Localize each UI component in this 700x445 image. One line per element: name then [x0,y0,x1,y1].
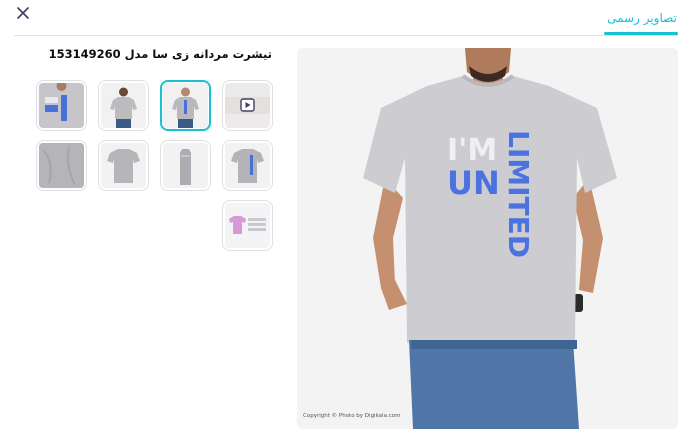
thumbnail-tshirt-folded[interactable] [160,140,211,191]
thumbnail-tshirt-flat[interactable] [98,140,149,191]
print-text-limited: LIMITED [502,130,535,258]
color-swatch-image [229,216,266,234]
close-icon [17,7,29,19]
thumbnail-model-front-print[interactable] [36,80,87,131]
thumbnail-fabric-detail[interactable] [36,140,87,191]
model-print-closeup-image [39,83,84,128]
thumbnail-video[interactable] [222,80,273,131]
thumbnail-color-swatch[interactable] [222,200,273,251]
product-title: تیشرت مردانه زی سا مدل 153149260 [48,47,272,61]
fabric-detail-image [39,143,84,188]
model-wearing-tshirt-image: I'M UN LIMITED [297,48,678,429]
thumbnail-model-front[interactable] [160,80,211,131]
tshirt-folded-image [180,149,191,185]
print-text-im: I'M [447,133,497,168]
main-product-image: I'M UN LIMITED Copyright © Photo by Digi… [297,48,678,429]
image-gallery-modal: تصاویر رسمی تیشرت مردانه زی سا مدل 15314… [0,0,700,445]
thumbnail-tshirt-side-print[interactable] [222,140,273,191]
play-icon [225,97,270,114]
model-back-image [110,87,137,128]
print-text-un: UN [447,164,500,202]
copyright-text: Copyright © Photo by Digikala.com [303,413,401,419]
close-button[interactable] [14,4,32,22]
tshirt-flat-image [107,149,140,183]
tshirt-print-image [231,149,264,183]
modal-header: تصاویر رسمی [0,0,700,36]
thumbnail-model-back[interactable] [98,80,149,131]
model-front-image [172,87,199,128]
tab-official-images[interactable]: تصاویر رسمی [606,0,678,36]
header-divider [14,35,678,36]
